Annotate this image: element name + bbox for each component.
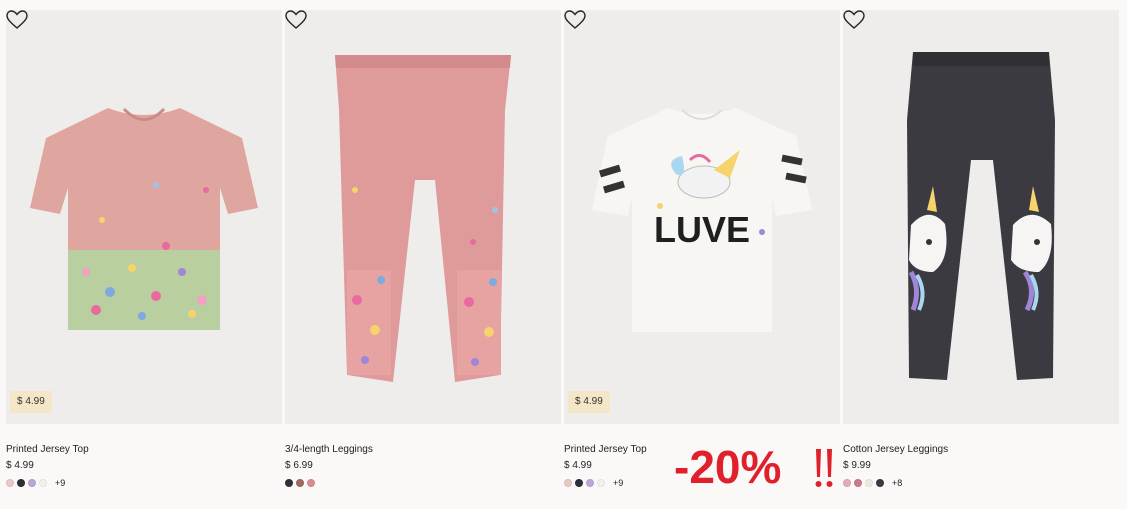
color-swatch[interactable] <box>28 479 36 487</box>
product-card[interactable]: 3/4-length Leggings $ 6.99 <box>285 10 561 488</box>
color-swatches: +8 <box>843 478 1119 488</box>
color-swatch[interactable] <box>296 479 304 487</box>
product-image-pink-leggings[interactable] <box>285 10 561 424</box>
product-price: $ 6.99 <box>285 460 313 471</box>
more-colors-count[interactable]: +9 <box>613 478 623 488</box>
color-swatch[interactable] <box>865 479 873 487</box>
product-image-pink-floral-top[interactable]: $ 4.99 <box>6 10 282 424</box>
product-title[interactable]: 3/4-length Leggings <box>285 444 561 456</box>
product-grid: $ 4.99 Printed Jersey Top $ 4.99 +9 3/4-… <box>6 10 1119 488</box>
product-card[interactable]: $ 4.99 Printed Jersey Top $ 4.99 +9 <box>6 10 282 488</box>
price-tag: $ 4.99 <box>10 391 52 413</box>
heart-outline-icon[interactable] <box>6 10 28 30</box>
color-swatch[interactable] <box>39 479 47 487</box>
color-swatch[interactable] <box>586 479 594 487</box>
more-colors-count[interactable]: +8 <box>892 478 902 488</box>
heart-outline-icon[interactable] <box>564 10 586 30</box>
heart-outline-icon[interactable] <box>285 10 307 30</box>
product-image-dark-unicorn-leggings[interactable] <box>843 10 1119 424</box>
price-tag: $ 4.99 <box>568 391 610 413</box>
color-swatch[interactable] <box>307 479 315 487</box>
color-swatch[interactable] <box>17 479 25 487</box>
discount-label: -20% <box>674 441 782 493</box>
product-title[interactable]: Cotton Jersey Leggings <box>843 444 1119 456</box>
color-swatch[interactable] <box>876 479 884 487</box>
svg-text:LUVE: LUVE <box>654 209 750 250</box>
color-swatch[interactable] <box>575 479 583 487</box>
product-card[interactable]: Cotton Jersey Leggings $ 9.99 +8 <box>843 10 1119 488</box>
color-swatches <box>285 478 561 488</box>
heart-outline-icon[interactable] <box>843 10 865 30</box>
color-swatch[interactable] <box>564 479 572 487</box>
product-title[interactable]: Printed Jersey Top <box>6 444 282 456</box>
double-exclamation-icon <box>815 449 833 487</box>
color-swatch[interactable] <box>6 479 14 487</box>
color-swatch[interactable] <box>597 479 605 487</box>
product-price: $ 9.99 <box>843 460 871 471</box>
product-card[interactable]: LUVE $ 4.99 Printed Jersey Top $ 4.99 +9 <box>564 10 840 488</box>
product-image-white-unicorn-top[interactable]: LUVE $ 4.99 <box>564 10 840 424</box>
color-swatch[interactable] <box>285 479 293 487</box>
color-swatches: +9 <box>6 478 282 488</box>
product-price: $ 4.99 <box>6 460 34 471</box>
more-colors-count[interactable]: +9 <box>55 478 65 488</box>
color-swatch[interactable] <box>843 479 851 487</box>
color-swatch[interactable] <box>854 479 862 487</box>
